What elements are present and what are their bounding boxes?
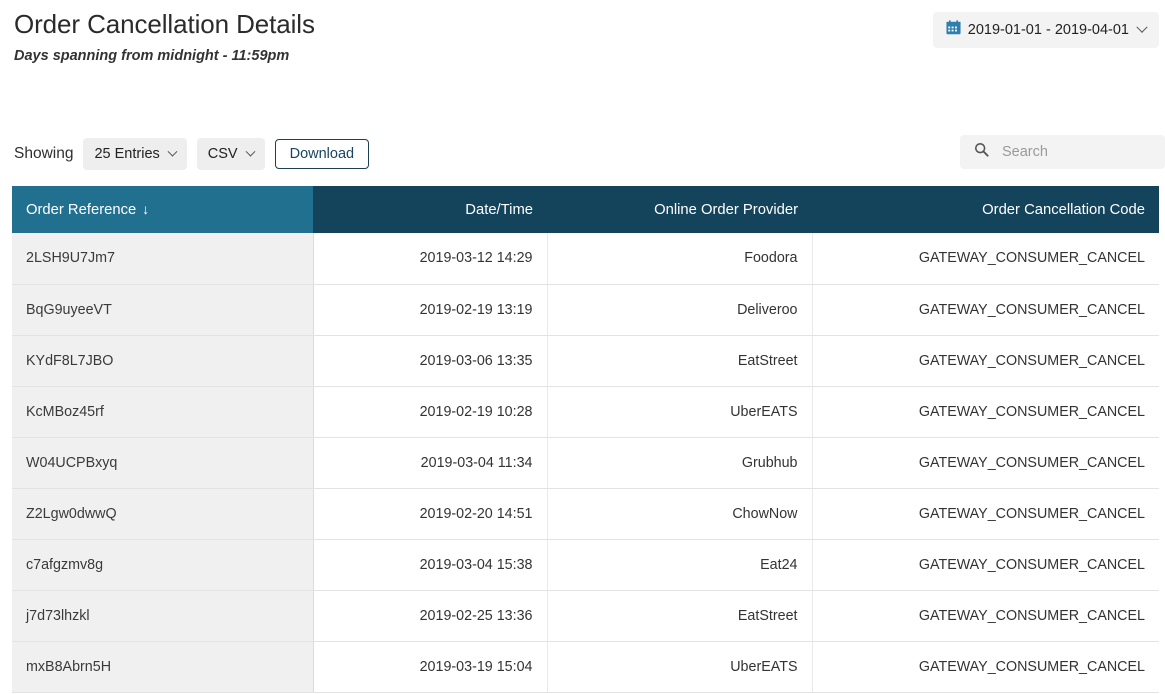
cell-order-reference: W04UCPBxyq [12,437,314,489]
cell-date-time: 2019-03-04 11:34 [312,437,547,489]
table-row[interactable]: mxB8Abrn5H 2019-03-19 15:04 UberEATS GATEWA… [12,641,1159,693]
table-body: 2LSH9U7Jm7 2019-03-12 14:29 Foodora GATEWAY… [12,233,1159,693]
table-row[interactable]: KcMBoz45rf 2019-02-19 10:28 UberEATS GATEWA… [12,386,1159,438]
cell-order-cancellation-code: GATEWAY_CONSUMER_CANCEL [811,335,1159,387]
cell-order-reference: j7d73lhzkl [12,590,314,642]
page-title: Order Cancellation Details [14,9,315,39]
cell-date-time: 2019-03-12 14:29 [312,233,547,285]
cell-date-time: 2019-02-19 13:19 [312,284,547,336]
toolbar-left-group: Showing 25 Entries CSV Download [14,136,370,172]
table-row[interactable]: j7d73lhzkl 2019-02-25 13:36 EatStreet GATEW… [12,590,1159,642]
chevron-down-icon [245,146,256,157]
order-cancellations-table: Order Reference ↓ Date/Time Online Order … [12,186,1159,693]
cell-online-order-provider: ChowNow [546,488,812,540]
cell-online-order-provider: EatStreet [546,335,812,387]
cell-date-time: 2019-03-04 15:38 [312,539,547,591]
cell-online-order-provider: Eat24 [546,539,812,591]
cell-date-time: 2019-02-20 14:51 [312,488,547,540]
chevron-down-icon [167,146,178,157]
cell-order-reference: Z2Lgw0dwwQ [12,488,314,540]
sort-descending-icon: ↓ [142,200,150,217]
cell-order-cancellation-code: GATEWAY_CONSUMER_CANCEL [811,641,1159,693]
cell-date-time: 2019-03-19 15:04 [312,641,547,693]
cell-order-reference: mxB8Abrn5H [12,641,314,693]
cell-online-order-provider: EatStreet [546,590,812,642]
cell-order-reference: c7afgzmv8g [12,539,314,591]
search-box[interactable] [960,135,1165,169]
column-header-order-cancellation-code[interactable]: Order Cancellation Code [812,186,1159,233]
column-header-online-order-provider[interactable]: Online Order Provider [547,186,812,233]
search-input[interactable] [1000,143,1151,161]
cell-online-order-provider: UberEATS [546,386,812,438]
column-header-order-reference[interactable]: Order Reference ↓ [12,186,313,233]
cell-order-cancellation-code: GATEWAY_CONSUMER_CANCEL [811,539,1159,591]
page-subtitle: Days spanning from midnight - 11:59pm [14,48,290,64]
table-row[interactable]: BqG9uyeeVT 2019-02-19 13:19 Deliveroo GATEW… [12,284,1159,336]
export-format-select[interactable]: CSV [196,138,265,170]
cell-order-cancellation-code: GATEWAY_CONSUMER_CANCEL [811,233,1159,285]
cell-order-reference: KcMBoz45rf [12,386,314,438]
cell-order-reference: 2LSH9U7Jm7 [12,233,314,285]
cell-order-reference: BqG9uyeeVT [12,284,314,336]
table-row[interactable]: KYdF8L7JBO 2019-03-06 13:35 EatStreet GATEW… [12,335,1159,387]
data-table-container: Order Reference ↓ Date/Time Online Order … [12,186,1159,694]
table-row[interactable]: c7afgzmv8g 2019-03-04 15:38 Eat24 GATEWAY_C… [12,539,1159,591]
cell-online-order-provider: UberEATS [546,641,812,693]
cell-order-cancellation-code: GATEWAY_CONSUMER_CANCEL [811,488,1159,540]
date-range-label: 2019-01-01 - 2019-04-01 [967,22,1129,38]
table-toolbar: Showing 25 Entries CSV Download [0,135,1165,172]
download-button[interactable]: Download [274,139,370,169]
showing-label: Showing [14,145,74,162]
cell-order-cancellation-code: GATEWAY_CONSUMER_CANCEL [811,284,1159,336]
column-header-date-time[interactable]: Date/Time [313,186,547,233]
table-row[interactable]: 2LSH9U7Jm7 2019-03-12 14:29 Foodora GATEWAY… [12,233,1159,285]
table-row[interactable]: W04UCPBxyq 2019-03-04 11:34 Grubhub GATEWAY… [12,437,1159,489]
cell-online-order-provider: Foodora [546,233,812,285]
cell-order-cancellation-code: GATEWAY_CONSUMER_CANCEL [811,590,1159,642]
order-cancellation-details-page: Order Cancellation Details Days spanning… [0,0,1165,694]
cell-date-time: 2019-03-06 13:35 [312,335,547,387]
entries-per-page-value: 25 Entries [94,146,160,162]
table-header-row: Order Reference ↓ Date/Time Online Order … [12,186,1159,233]
page-header: Order Cancellation Details Days spanning… [0,0,1165,96]
column-header-label: Order Reference [26,201,137,218]
entries-per-page-select[interactable]: 25 Entries [83,138,187,170]
cell-online-order-provider: Deliveroo [546,284,812,336]
date-range-picker[interactable]: 2019-01-01 - 2019-04-01 [932,12,1159,48]
table-head: Order Reference ↓ Date/Time Online Order … [12,186,1159,233]
search-icon [974,142,989,162]
calendar-icon [946,20,961,40]
cell-date-time: 2019-02-25 13:36 [312,590,547,642]
cell-order-cancellation-code: GATEWAY_CONSUMER_CANCEL [811,386,1159,438]
export-format-value: CSV [207,146,238,162]
chevron-down-icon [1136,21,1148,33]
cell-order-cancellation-code: GATEWAY_CONSUMER_CANCEL [811,437,1159,489]
cell-order-reference: KYdF8L7JBO [12,335,314,387]
cell-online-order-provider: Grubhub [546,437,812,489]
table-row[interactable]: Z2Lgw0dwwQ 2019-02-20 14:51 ChowNow GATEWAY… [12,488,1159,540]
cell-date-time: 2019-02-19 10:28 [312,386,547,438]
